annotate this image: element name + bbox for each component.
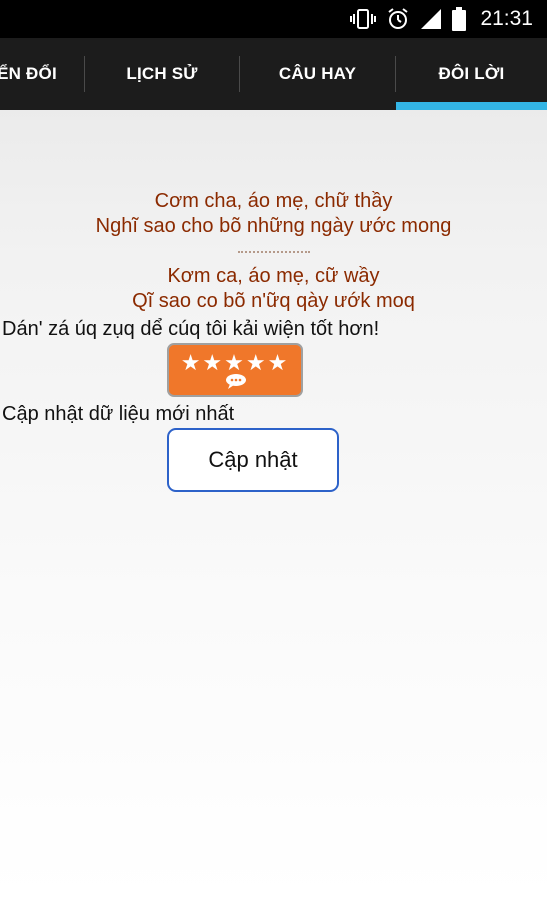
tab-converter[interactable]: ỂN ĐỔI xyxy=(0,38,84,110)
divider xyxy=(238,251,310,253)
battery-icon xyxy=(452,7,467,31)
selected-tab-indicator xyxy=(396,102,547,110)
rate-prompt: Dán' zá úq zụq dể cúq tôi kải wiện tốt h… xyxy=(2,318,380,340)
rate-app-button[interactable]: ★★★★★ xyxy=(167,343,303,397)
update-button[interactable]: Cập nhật xyxy=(167,428,339,492)
poem-line-1: Cơm cha, áo mẹ, chữ thầy xyxy=(154,190,393,212)
converted-line-1: Kơm ca, áo mẹ, cữ wầy xyxy=(167,265,380,287)
converted-line-2: Qĩ sao co bõ n'ữq qày ướk moq xyxy=(132,290,415,312)
tab-history[interactable]: LỊCH SỬ xyxy=(85,38,239,110)
status-bar: 21:31 xyxy=(0,0,547,38)
status-time: 21:31 xyxy=(480,7,533,30)
chat-bubble-icon xyxy=(225,373,247,394)
update-prompt: Cập nhật dữ liệu mới nhất xyxy=(2,403,235,425)
alarm-icon xyxy=(386,7,410,31)
tab-bar: ỂN ĐỔI LỊCH SỬ CÂU HAY ĐÔI LỜI xyxy=(0,38,547,110)
signal-icon xyxy=(420,8,442,30)
poem-line-2: Nghĩ sao cho bõ những ngày ước mong xyxy=(95,215,452,237)
vibrate-icon xyxy=(350,8,377,30)
tab-quotes[interactable]: CÂU HAY xyxy=(240,38,395,110)
tab-about[interactable]: ĐÔI LỜI xyxy=(396,38,547,110)
